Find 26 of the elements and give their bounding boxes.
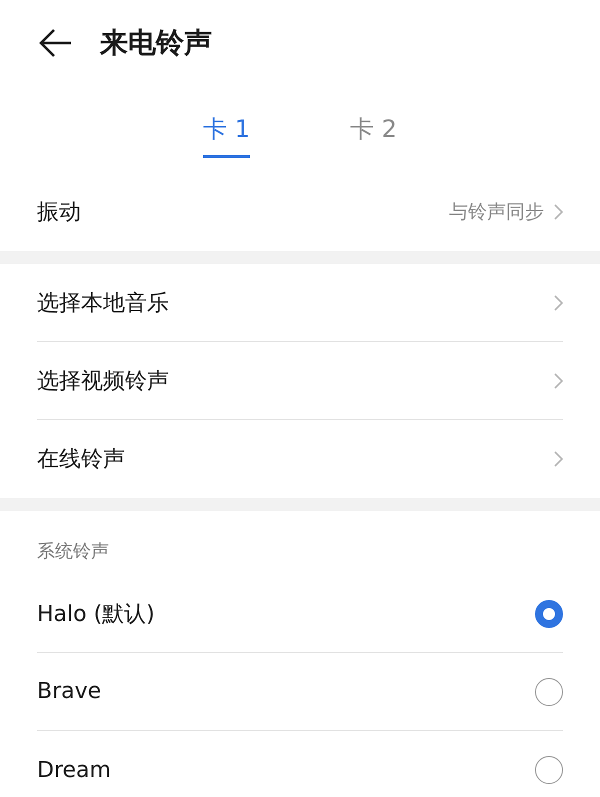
row-label: 选择本地音乐 [37, 290, 169, 318]
chevron-right-icon [554, 451, 563, 467]
vibration-row[interactable]: 振动 与铃声同步 [37, 173, 563, 251]
menu-item[interactable]: 选择视频铃声 [37, 342, 563, 420]
ringtone-label: Halo (默认) [37, 600, 155, 628]
ringtone-label: Dream [37, 758, 111, 782]
menu-item[interactable]: 选择本地音乐 [37, 264, 563, 342]
chevron-right-icon [554, 372, 563, 388]
radio-button[interactable] [535, 678, 563, 706]
chevron-right-icon [554, 294, 563, 310]
chevron-right-icon [554, 204, 563, 220]
row-label: 选择视频铃声 [37, 368, 169, 396]
ringtone-label: Brave [37, 679, 102, 704]
sim-tab[interactable]: 卡 1 [203, 113, 250, 158]
back-button[interactable] [38, 28, 72, 58]
row-label: 在线铃声 [37, 446, 125, 474]
ringtone-item[interactable]: Brave [37, 653, 563, 731]
row-label: 振动 [37, 199, 81, 227]
ringtone-item[interactable]: Dream [37, 731, 563, 797]
row-value: 与铃声同步 [449, 200, 544, 225]
menu-item[interactable]: 在线铃声 [37, 420, 563, 498]
radio-button[interactable] [535, 600, 563, 628]
page-title: 来电铃声 [100, 24, 212, 60]
ringtone-item[interactable]: Halo (默认) [37, 575, 563, 653]
radio-button[interactable] [535, 756, 563, 784]
section-heading: 系统铃声 [36, 540, 110, 564]
